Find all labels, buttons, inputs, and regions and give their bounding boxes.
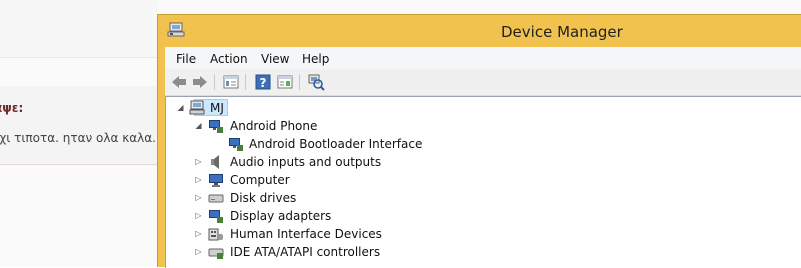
title-bar[interactable]: Device Manager xyxy=(158,15,801,47)
background-header-band xyxy=(0,0,158,58)
display-adapter-icon xyxy=(209,210,223,223)
tree-item-label: Android Phone xyxy=(230,119,318,133)
menu-file[interactable]: File xyxy=(176,52,196,66)
toolbar: ? xyxy=(165,69,801,96)
toolbar-separator xyxy=(214,74,215,90)
expand-arrow-icon[interactable]: ▷ xyxy=(194,175,203,184)
background-post xyxy=(0,86,158,165)
ide-controller-icon xyxy=(208,248,224,259)
tree-item-human-interface-devices[interactable]: ▷ Human Interface Devices xyxy=(166,225,426,243)
disk-drive-icon xyxy=(208,194,224,203)
tree-root[interactable]: ◢ MJ xyxy=(166,99,366,117)
tree-item-label: IDE ATA/ATAPI controllers xyxy=(230,245,381,259)
tree-item-label: Display adapters xyxy=(230,209,332,223)
forward-arrow-icon[interactable] xyxy=(191,73,209,91)
tree-item-label: Computer xyxy=(230,173,290,187)
tree-root-label: MJ xyxy=(210,101,224,115)
android-device-icon xyxy=(209,120,223,133)
hid-icon xyxy=(208,228,223,241)
menu-help[interactable]: Help xyxy=(302,52,329,66)
expand-arrow-icon[interactable]: ▷ xyxy=(194,247,203,256)
toolbar-separator xyxy=(245,74,246,90)
expand-arrow-icon[interactable]: ▷ xyxy=(194,157,203,166)
device-manager-window: Device Manager File Action View Help ? ◢… xyxy=(157,14,801,268)
device-manager-icon xyxy=(167,22,185,37)
window-client: File Action View Help ? ◢ MJ ◢ Android P… xyxy=(165,47,801,268)
background-post-text: οχι τιποτα. ηταν ολα καλα. xyxy=(0,131,156,145)
toolbar-separator xyxy=(299,74,300,90)
background-divider xyxy=(0,57,158,58)
tree-item-android-phone[interactable]: ◢ Android Phone xyxy=(166,117,426,135)
collapse-arrow-icon[interactable]: ◢ xyxy=(176,103,185,112)
back-arrow-icon[interactable] xyxy=(170,73,188,91)
computer-icon xyxy=(189,100,205,115)
collapse-arrow-icon[interactable]: ◢ xyxy=(194,121,203,130)
background-post-heading: αψε: xyxy=(0,101,24,115)
expand-arrow-icon[interactable]: ▷ xyxy=(194,193,203,202)
show-hide-icon[interactable] xyxy=(276,73,294,91)
tree-item-ide-controllers[interactable]: ▷ IDE ATA/ATAPI controllers xyxy=(166,243,436,261)
svg-text:?: ? xyxy=(260,76,267,90)
tree-item-label: Human Interface Devices xyxy=(230,227,382,241)
tree-item-disk-drives[interactable]: ▷ Disk drives xyxy=(166,189,366,207)
tree-item-label: Disk drives xyxy=(230,191,297,205)
tree-item-label: Android Bootloader Interface xyxy=(249,137,423,151)
menu-bar: File Action View Help xyxy=(165,47,801,69)
tree-item-audio-inputs-outputs[interactable]: ▷ Audio inputs and outputs xyxy=(166,153,426,171)
tree-item-display-adapters[interactable]: ▷ Display adapters xyxy=(166,207,386,225)
device-tree: ◢ MJ ◢ Android Phone Android Bootloader … xyxy=(165,96,801,268)
expand-arrow-icon[interactable]: ▷ xyxy=(194,229,203,238)
window-title: Device Manager xyxy=(501,23,623,41)
menu-action[interactable]: Action xyxy=(210,52,248,66)
help-icon[interactable]: ? xyxy=(254,73,272,91)
scan-hardware-icon[interactable] xyxy=(307,73,325,91)
properties-icon[interactable] xyxy=(222,73,240,91)
monitor-icon xyxy=(209,174,223,187)
menu-view[interactable]: View xyxy=(261,52,289,66)
speaker-icon xyxy=(211,155,219,169)
expand-arrow-icon[interactable]: ▷ xyxy=(194,211,203,220)
tree-item-android-bootloader-interface[interactable]: Android Bootloader Interface xyxy=(166,135,466,153)
tree-item-computer[interactable]: ▷ Computer xyxy=(166,171,366,189)
android-device-icon xyxy=(229,138,243,151)
tree-item-label: Audio inputs and outputs xyxy=(230,155,382,169)
